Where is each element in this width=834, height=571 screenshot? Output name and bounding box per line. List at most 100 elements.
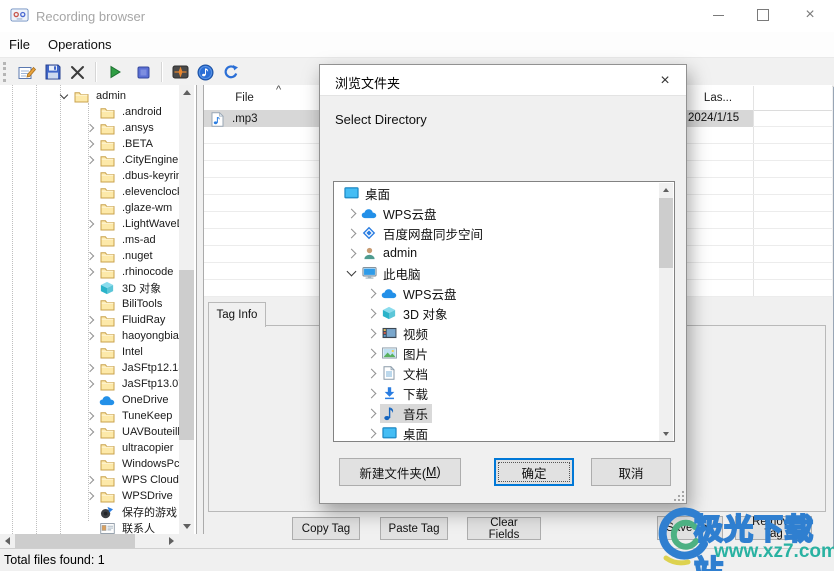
tree-horizontal-scrollbar[interactable] <box>0 534 178 548</box>
chevron-right-icon[interactable] <box>85 251 95 261</box>
chevron-right-icon[interactable] <box>366 328 377 338</box>
chevron-right-icon[interactable] <box>85 379 95 389</box>
toolbar-grip[interactable] <box>3 62 9 82</box>
dialog-tree-item-视频[interactable]: 视频 <box>334 323 659 343</box>
dialog-tree-item-WPS云盘[interactable]: WPS云盘 <box>334 283 659 303</box>
scroll-down-arrow[interactable] <box>179 519 194 534</box>
tree-vertical-scrollbar[interactable] <box>179 85 194 534</box>
tree-item-.rhinocode[interactable]: .rhinocode <box>0 264 178 280</box>
tree-item-.ansys[interactable]: .ansys <box>0 120 178 136</box>
tree-item-.android[interactable]: .android <box>0 104 178 120</box>
scroll-down-arrow[interactable] <box>659 427 673 441</box>
refresh-icon[interactable] <box>218 61 243 83</box>
tree-item-.dbus-keyrin[interactable]: .dbus-keyrin <box>0 168 182 184</box>
tree-item-Intel[interactable]: Intel <box>0 344 178 360</box>
scrollbar-thumb[interactable] <box>179 270 194 440</box>
menu-operations[interactable]: Operations <box>39 32 121 57</box>
dialog-tree-scrollbar[interactable] <box>659 183 673 441</box>
chevron-right-icon[interactable] <box>346 248 357 258</box>
tree-item-admin[interactable]: admin <box>0 88 178 104</box>
chevron-right-icon[interactable] <box>366 308 377 318</box>
dialog-tree-item-WPS云盘[interactable]: WPS云盘 <box>334 203 659 223</box>
close-button[interactable]: × <box>793 0 827 30</box>
scrollbar-thumb[interactable] <box>659 198 673 268</box>
dialog-tree-item-桌面[interactable]: 桌面 <box>334 183 659 203</box>
dialog-tree-item-音乐[interactable]: 音乐 <box>334 403 659 423</box>
chevron-right-icon[interactable] <box>85 315 95 325</box>
tree-item-WPSDrive[interactable]: WPSDrive <box>0 488 178 504</box>
tree-item-TuneKeep[interactable]: TuneKeep <box>0 408 178 424</box>
tree-item-保存的游戏[interactable]: 保存的游戏 <box>0 504 178 520</box>
dialog-tree-item-桌面[interactable]: 桌面 <box>334 423 659 441</box>
chevron-right-icon[interactable] <box>85 331 95 341</box>
tree-item-BiliTools[interactable]: BiliTools <box>0 296 178 312</box>
scroll-up-arrow[interactable] <box>659 183 673 197</box>
save-tag-button[interactable]: Save Tag <box>657 516 723 540</box>
chevron-right-icon[interactable] <box>85 267 95 277</box>
chevron-right-icon[interactable] <box>85 491 95 501</box>
tree-item-WindowsPcM[interactable]: WindowsPcM <box>0 456 189 472</box>
minimize-button[interactable] <box>701 0 735 30</box>
remove-tag-button[interactable]: Remove Tag <box>735 516 812 540</box>
dialog-close-icon[interactable]: × <box>654 70 676 92</box>
chevron-right-icon[interactable] <box>366 408 377 418</box>
scrollbar-thumb[interactable] <box>15 534 135 548</box>
chevron-right-icon[interactable] <box>85 139 95 149</box>
tree-item-.elevenclock[interactable]: .elevenclock <box>0 184 183 200</box>
chevron-right-icon[interactable] <box>346 228 357 238</box>
tree-item-.BETA[interactable]: .BETA <box>0 136 178 152</box>
column-header-last[interactable]: Las... <box>683 92 753 104</box>
audio-convert-icon[interactable] <box>168 61 193 83</box>
tree-item-联系人[interactable]: 联系人 <box>0 520 178 534</box>
chevron-right-icon[interactable] <box>85 123 95 133</box>
scroll-left-arrow[interactable] <box>0 534 14 548</box>
chevron-right-icon[interactable] <box>85 219 95 229</box>
tab-tag-info[interactable]: Tag Info <box>208 302 266 327</box>
stop-icon[interactable] <box>131 61 156 83</box>
music-player-icon[interactable] <box>193 61 218 83</box>
paste-tag-button[interactable]: Paste Tag <box>380 517 448 540</box>
tree-item-.CityEngine[interactable]: .CityEngine <box>0 152 178 168</box>
chevron-right-icon[interactable] <box>366 368 377 378</box>
chevron-right-icon[interactable] <box>366 288 377 298</box>
tree-item-OneDrive[interactable]: OneDrive <box>0 392 178 408</box>
new-folder-button[interactable]: 新建文件夹(M) <box>339 458 461 486</box>
delete-icon[interactable] <box>65 61 90 83</box>
dialog-tree-item-文档[interactable]: 文档 <box>334 363 659 383</box>
dialog-tree-item-此电脑[interactable]: 此电脑 <box>334 263 659 283</box>
dialog-tree-item-3D-对象[interactable]: 3D 对象 <box>334 303 659 323</box>
chevron-right-icon[interactable] <box>85 363 95 373</box>
save-icon[interactable] <box>40 61 65 83</box>
dialog-tree-item-下载[interactable]: 下载 <box>334 383 659 403</box>
chevron-right-icon[interactable] <box>85 475 95 485</box>
tree-item-WPS-Cloud-F[interactable]: WPS Cloud F <box>0 472 189 488</box>
tree-item-FluidRay[interactable]: FluidRay <box>0 312 178 328</box>
panel-splitter[interactable] <box>196 85 204 534</box>
chevron-right-icon[interactable] <box>85 155 95 165</box>
scroll-up-arrow[interactable] <box>179 85 194 100</box>
play-icon[interactable] <box>102 61 127 83</box>
tree-item-JaSFtp12.13[interactable]: JaSFtp12.13 <box>0 360 184 376</box>
dialog-tree-item-百度网盘同步空间[interactable]: 百度网盘同步空间 <box>334 223 659 243</box>
tree-item-ultracopier[interactable]: ultracopier <box>0 440 178 456</box>
tree-item-.glaze-wm[interactable]: .glaze-wm <box>0 200 178 216</box>
chevron-right-icon[interactable] <box>366 348 377 358</box>
file-row-mp3[interactable]: .mp3 <box>208 111 258 127</box>
chevron-right-icon[interactable] <box>85 427 95 437</box>
cancel-button[interactable]: 取消 <box>591 458 671 486</box>
chevron-right-icon[interactable] <box>366 428 377 438</box>
chevron-right-icon[interactable] <box>366 388 377 398</box>
chevron-right-icon[interactable] <box>346 208 357 218</box>
tree-item-.nuget[interactable]: .nuget <box>0 248 178 264</box>
tree-item-JaSFtp13.07[interactable]: JaSFtp13.07 <box>0 376 184 392</box>
edit-tag-icon[interactable] <box>15 61 40 83</box>
tree-item-UAVBouteille[interactable]: UAVBouteille <box>0 424 186 440</box>
tree-item-.LightWaveD[interactable]: .LightWaveD <box>0 216 185 232</box>
tree-item-haoyongbian[interactable]: haoyongbian <box>0 328 185 344</box>
maximize-button[interactable] <box>746 0 780 30</box>
tree-item-.ms-ad[interactable]: .ms-ad <box>0 232 178 248</box>
column-header-file[interactable]: File <box>204 92 285 104</box>
dialog-tree-item-图片[interactable]: 图片 <box>334 343 659 363</box>
dialog-tree-item-admin[interactable]: admin <box>334 243 659 263</box>
chevron-down-icon[interactable] <box>346 266 357 277</box>
